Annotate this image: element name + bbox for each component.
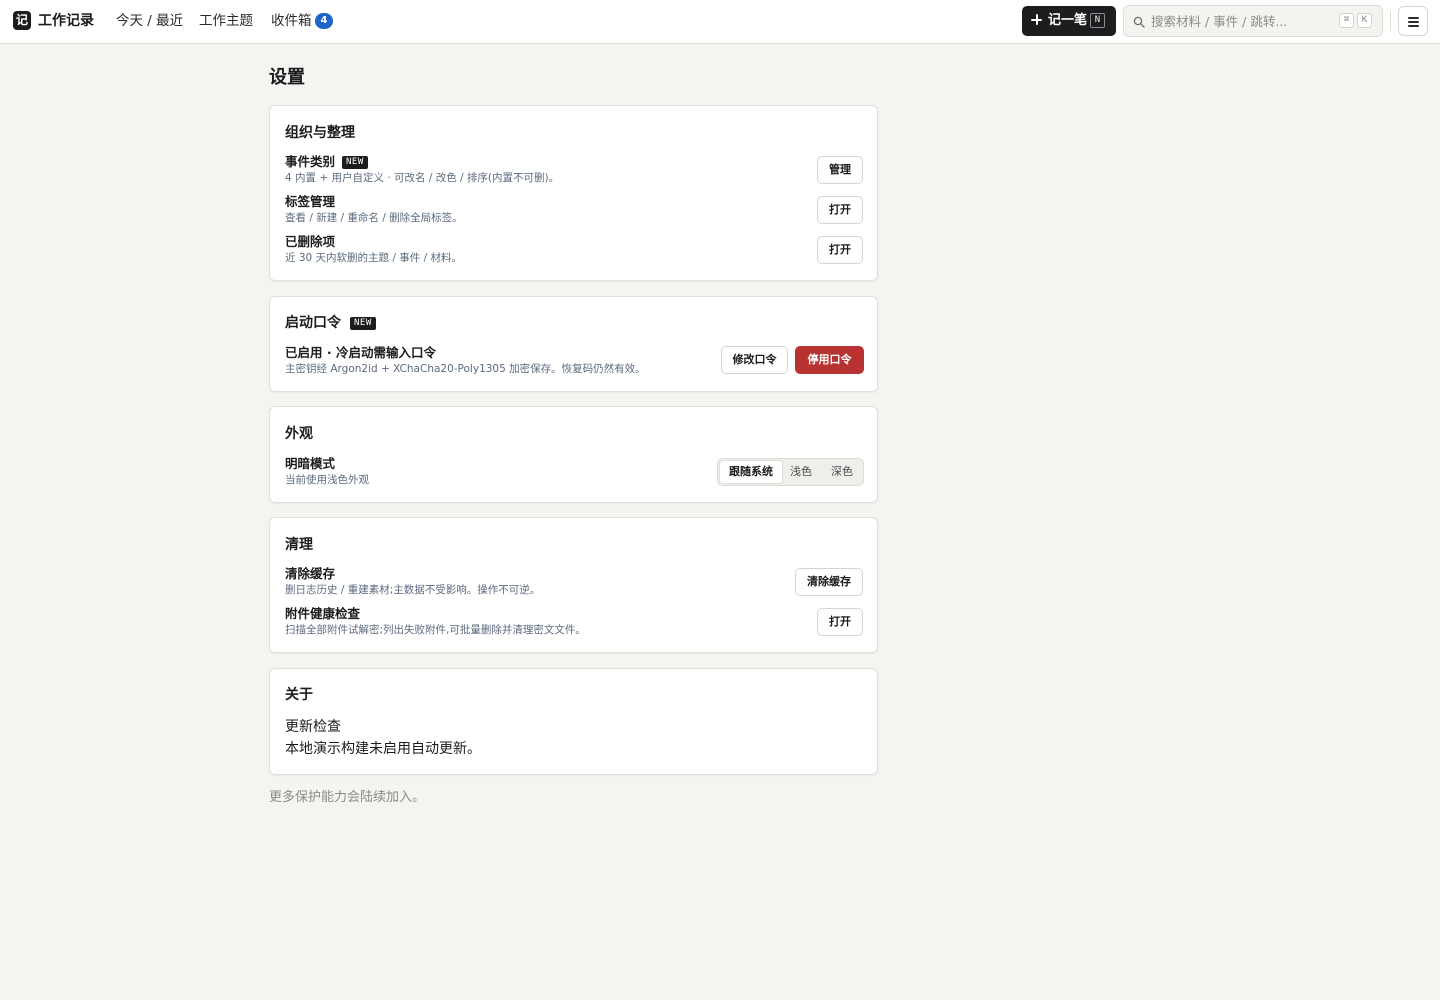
nav-work-topics[interactable]: 工作主题	[199, 12, 253, 30]
passcode-title: 启动口令	[285, 315, 341, 331]
manage-categories-button[interactable]: 管理	[817, 156, 863, 184]
attachment-health-title: 附件健康检查	[285, 606, 361, 621]
tags-desc: 查看 / 新建 / 重命名 / 删除全局标签。	[285, 212, 463, 224]
about-title: 关于	[285, 687, 313, 703]
theme-mode-selector: 跟随系统 浅色 深色	[717, 458, 864, 486]
theme-option-dark[interactable]: 深色	[822, 461, 862, 483]
theme-mode-desc: 当前使用浅色外观	[285, 474, 369, 486]
theme-mode-title: 明暗模式	[285, 456, 336, 471]
search-icon	[1133, 16, 1145, 28]
hamburger-icon	[1408, 17, 1419, 19]
search-shortcut-mod: ⌘	[1339, 13, 1354, 28]
hamburger-icon-line	[1408, 25, 1419, 27]
new-badge: NEW	[350, 317, 376, 330]
search-shortcut-key: K	[1357, 13, 1372, 28]
passcode-card: 启动口令 NEW 已启用 · 冷启动需输入口令 主密钥经 Argon2id + …	[269, 296, 878, 392]
organize-title: 组织与整理	[285, 125, 355, 141]
footer-note: 更多保护能力会陆续加入。	[269, 790, 426, 805]
open-deleted-button[interactable]: 打开	[817, 236, 863, 264]
app-title[interactable]: 工作记录	[38, 12, 94, 30]
theme-option-light[interactable]: 浅色	[784, 461, 818, 483]
new-entry-button[interactable]: 记一笔 N	[1022, 6, 1116, 36]
appearance-title: 外观	[285, 426, 313, 442]
new-entry-shortcut: N	[1090, 13, 1105, 28]
update-check-desc: 本地演示构建未启用自动更新。	[285, 741, 481, 757]
change-passcode-button[interactable]: 修改口令	[721, 346, 788, 374]
inbox-count-badge: 4	[315, 13, 333, 29]
app-logo-icon[interactable]: 记	[13, 11, 31, 30]
categories-desc: 4 内置 + 用户自定义 · 可改名 / 改色 / 排序(内置不可删)。	[285, 172, 560, 184]
categories-title: 事件类别	[285, 154, 336, 169]
passcode-status: 已启用 · 冷启动需输入口令	[285, 345, 436, 360]
clear-cache-desc: 删日志历史 / 重建素材;主数据不受影响。操作不可逆。	[285, 584, 541, 596]
cleanup-title: 清理	[285, 537, 313, 553]
top-bar: 记 工作记录 今天 / 最近 工作主题 收件箱 4 记一笔 N ⌘ K	[0, 0, 1440, 44]
update-check-label: 更新检查	[285, 719, 341, 735]
deleted-title: 已删除项	[285, 234, 336, 249]
nav-today-recent[interactable]: 今天 / 最近	[116, 12, 183, 30]
new-entry-label: 记一笔	[1048, 13, 1088, 28]
theme-option-system[interactable]: 跟随系统	[720, 461, 782, 483]
cleanup-card: 清理 清除缓存 删日志历史 / 重建素材;主数据不受影响。操作不可逆。 清除缓存…	[269, 517, 878, 653]
disable-passcode-button[interactable]: 停用口令	[795, 346, 864, 374]
clear-cache-button[interactable]: 清除缓存	[795, 568, 863, 596]
clear-cache-title: 清除缓存	[285, 566, 336, 581]
open-tags-button[interactable]: 打开	[817, 196, 863, 224]
menu-button[interactable]	[1398, 6, 1428, 36]
attachment-health-desc: 扫描全部附件试解密;列出失败附件,可批量删除并清理密文文件。	[285, 624, 586, 636]
plus-icon	[1031, 13, 1043, 25]
toolbar-divider	[1390, 11, 1391, 31]
search-box[interactable]: ⌘ K	[1123, 5, 1383, 37]
deleted-desc: 近 30 天内软删的主题 / 事件 / 材料。	[285, 252, 462, 264]
about-card: 关于 更新检查 本地演示构建未启用自动更新。	[269, 668, 878, 775]
hamburger-icon-line	[1408, 21, 1419, 23]
nav-inbox[interactable]: 收件箱	[271, 12, 312, 30]
tags-title: 标签管理	[285, 194, 336, 209]
new-badge: NEW	[342, 156, 368, 169]
open-health-check-button[interactable]: 打开	[817, 608, 863, 636]
page-title: 设置	[269, 67, 305, 88]
appearance-card: 外观 明暗模式 当前使用浅色外观 跟随系统 浅色 深色	[269, 406, 878, 503]
organize-card: 组织与整理 事件类别 NEW 4 内置 + 用户自定义 · 可改名 / 改色 /…	[269, 105, 878, 281]
search-input[interactable]	[1151, 12, 1331, 30]
passcode-desc: 主密钥经 Argon2id + XChaCha20-Poly1305 加密保存。…	[285, 363, 646, 375]
